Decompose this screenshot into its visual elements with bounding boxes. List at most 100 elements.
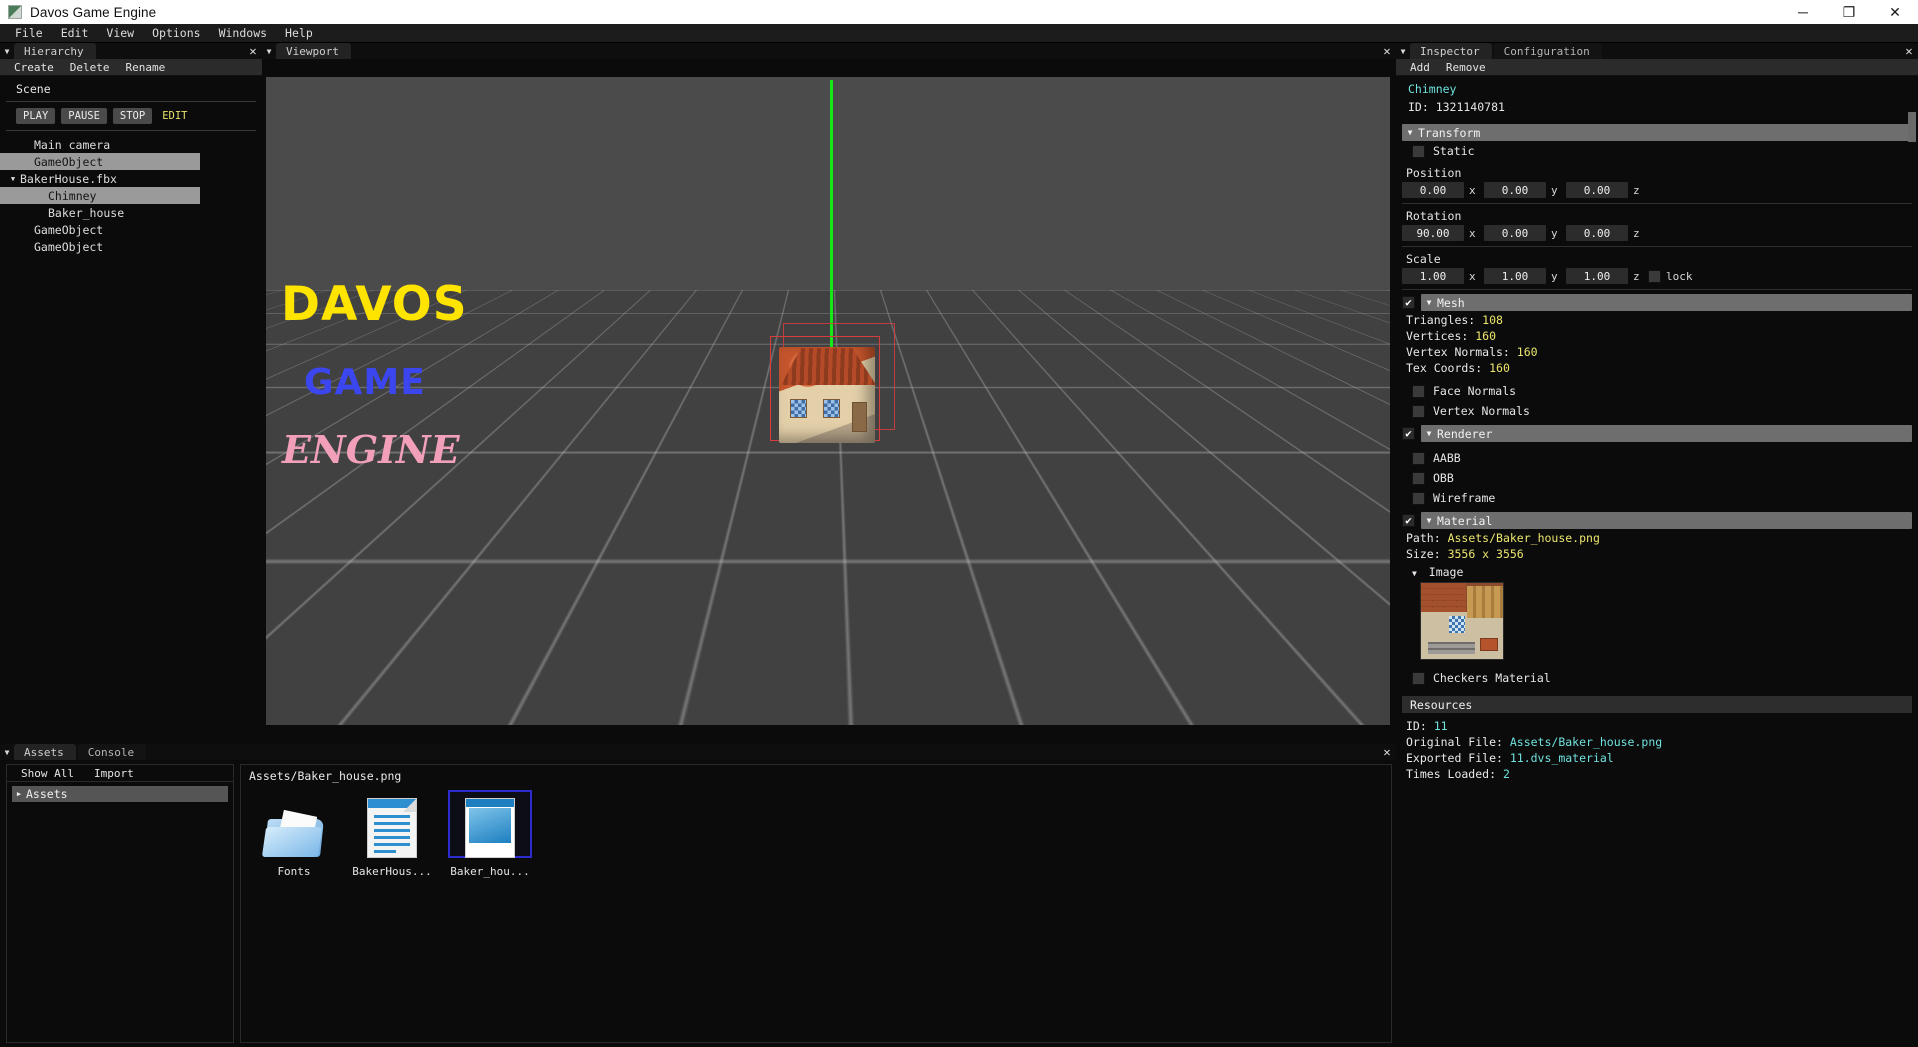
- mesh-option-checkbox[interactable]: [1412, 384, 1425, 398]
- static-checkbox[interactable]: [1412, 144, 1425, 158]
- mesh-option-row[interactable]: Vertex Normals: [1402, 401, 1912, 421]
- delete-button[interactable]: Delete: [62, 60, 118, 75]
- hierarchy-close-icon[interactable]: ✕: [244, 43, 262, 59]
- assets-tree-root[interactable]: ▶ Assets: [12, 786, 228, 802]
- baker-house-model[interactable]: [778, 347, 877, 443]
- viewport-3d-canvas[interactable]: DAVOS GAME ENGINE: [266, 77, 1390, 725]
- inspector-scrollbar[interactable]: [1908, 112, 1916, 142]
- mesh-enabled-checkbox[interactable]: ✔: [1402, 296, 1415, 309]
- position-y-input[interactable]: 0.00: [1484, 182, 1546, 198]
- assets-tree-column: Show All Import ▶ Assets: [6, 764, 234, 1043]
- assets-tabfill: [148, 744, 1378, 760]
- hierarchy-item[interactable]: Main camera: [0, 136, 262, 153]
- position-z-input[interactable]: 0.00: [1566, 182, 1628, 198]
- add-component-button[interactable]: Add: [1402, 60, 1438, 75]
- assets-close-icon[interactable]: ✕: [1378, 744, 1396, 760]
- rotation-row: 90.00 x 0.00 y 0.00 z: [1402, 225, 1912, 247]
- material-enabled-checkbox[interactable]: ✔: [1402, 514, 1415, 527]
- chevron-down-icon[interactable]: ▼: [6, 175, 20, 183]
- asset-item[interactable]: Fonts: [253, 791, 335, 878]
- scale-z-input[interactable]: 1.00: [1566, 268, 1628, 284]
- position-x-input[interactable]: 0.00: [1402, 182, 1464, 198]
- transform-section-header[interactable]: ▼ Transform: [1402, 124, 1912, 141]
- renderer-option-row[interactable]: AABB: [1402, 448, 1912, 468]
- asset-item[interactable]: BakerHous...: [351, 791, 433, 878]
- playback-controls: PLAY PAUSE STOP EDIT: [6, 102, 256, 131]
- pause-button[interactable]: PAUSE: [61, 108, 107, 124]
- material-size-row: Size: 3556 x 3556: [1402, 545, 1912, 561]
- import-button[interactable]: Import: [86, 766, 142, 781]
- tab-configuration[interactable]: Configuration: [1493, 43, 1602, 59]
- png-preview: [469, 808, 511, 843]
- menu-windows[interactable]: Windows: [210, 24, 276, 42]
- position-x-axis-label: x: [1469, 183, 1476, 197]
- renderer-option-checkbox[interactable]: [1412, 471, 1425, 485]
- material-image-header[interactable]: ▼ Image: [1402, 561, 1912, 582]
- tab-viewport[interactable]: Viewport: [276, 43, 351, 59]
- hierarchy-item[interactable]: GameObject: [0, 153, 200, 170]
- hierarchy-item[interactable]: Chimney: [0, 187, 200, 204]
- show-all-button[interactable]: Show All: [13, 766, 82, 781]
- overlay-text-game: GAME: [304, 362, 426, 403]
- rename-button[interactable]: Rename: [118, 60, 174, 75]
- create-button[interactable]: Create: [6, 60, 62, 75]
- scale-y-input[interactable]: 1.00: [1484, 268, 1546, 284]
- mesh-section-header[interactable]: ▼ Mesh: [1421, 294, 1912, 311]
- inspector-tabstrip: ▼ Inspector Configuration ✕: [1396, 43, 1918, 59]
- rotation-y-input[interactable]: 0.00: [1484, 225, 1546, 241]
- transform-collapse-icon: ▼: [1407, 128, 1413, 137]
- renderer-option-row[interactable]: Wireframe: [1402, 488, 1912, 508]
- viewport-close-icon[interactable]: ✕: [1378, 43, 1396, 59]
- checkers-material-row[interactable]: Checkers Material: [1402, 668, 1912, 688]
- tab-assets[interactable]: Assets: [14, 744, 76, 760]
- rotation-x-input[interactable]: 90.00: [1402, 225, 1464, 241]
- hierarchy-item[interactable]: ▼ BakerHouse.fbx: [0, 170, 262, 187]
- thumbnail-brick-region: [1421, 583, 1467, 612]
- folder-front: [261, 827, 323, 857]
- minimize-button[interactable]: ─: [1780, 0, 1826, 24]
- renderer-option-checkbox[interactable]: [1412, 491, 1425, 505]
- scale-x-input[interactable]: 1.00: [1402, 268, 1464, 284]
- material-section-header[interactable]: ▼ Material: [1421, 512, 1912, 529]
- mesh-option-checkbox[interactable]: [1412, 404, 1425, 418]
- house-window-right: [822, 399, 840, 418]
- hierarchy-item[interactable]: Baker_house: [0, 204, 262, 221]
- hierarchy-collapse-icon[interactable]: ▼: [0, 43, 14, 59]
- assets-browser-column: Assets/Baker_house.png Fonts BakerHous...…: [240, 764, 1392, 1043]
- hierarchy-item-label: Main camera: [34, 137, 111, 152]
- material-texture-thumbnail[interactable]: [1420, 582, 1504, 660]
- hierarchy-item[interactable]: GameObject: [0, 221, 262, 238]
- app-icon: [8, 5, 22, 19]
- viewport-collapse-icon[interactable]: ▼: [262, 43, 276, 59]
- renderer-option-checkbox[interactable]: [1412, 451, 1425, 465]
- assets-tree-expand-icon[interactable]: ▶: [12, 790, 26, 798]
- mesh-option-row[interactable]: Face Normals: [1402, 381, 1912, 401]
- tab-console[interactable]: Console: [77, 744, 147, 760]
- hierarchy-item[interactable]: GameObject: [0, 238, 262, 255]
- assets-collapse-icon[interactable]: ▼: [0, 744, 14, 760]
- menu-edit[interactable]: Edit: [52, 24, 98, 42]
- menu-help[interactable]: Help: [276, 24, 322, 42]
- renderer-section-header[interactable]: ▼ Renderer: [1421, 425, 1912, 442]
- scale-z-axis-label: z: [1633, 269, 1640, 283]
- remove-component-button[interactable]: Remove: [1438, 60, 1494, 75]
- menu-options[interactable]: Options: [143, 24, 209, 42]
- mesh-stats: Triangles: 108 Vertices: 160 Vertex Normal…: [1402, 311, 1912, 375]
- tab-inspector[interactable]: Inspector: [1410, 43, 1492, 59]
- menu-file[interactable]: File: [6, 24, 52, 42]
- renderer-option-row[interactable]: OBB: [1402, 468, 1912, 488]
- close-button[interactable]: ✕: [1872, 0, 1918, 24]
- scale-lock-checkbox[interactable]: [1648, 269, 1661, 283]
- asset-item[interactable]: Baker_hou...: [448, 790, 532, 878]
- tab-hierarchy[interactable]: Hierarchy: [14, 43, 96, 59]
- menu-view[interactable]: View: [97, 24, 143, 42]
- inspector-collapse-icon[interactable]: ▼: [1396, 43, 1410, 59]
- maximize-button[interactable]: ❐: [1826, 0, 1872, 24]
- play-button[interactable]: PLAY: [16, 108, 56, 124]
- inspector-close-icon[interactable]: ✕: [1900, 43, 1918, 59]
- checkers-material-checkbox[interactable]: [1412, 671, 1425, 685]
- rotation-z-input[interactable]: 0.00: [1566, 225, 1628, 241]
- renderer-enabled-checkbox[interactable]: ✔: [1402, 427, 1415, 440]
- stop-button[interactable]: STOP: [112, 108, 153, 124]
- static-row[interactable]: Static: [1402, 141, 1912, 161]
